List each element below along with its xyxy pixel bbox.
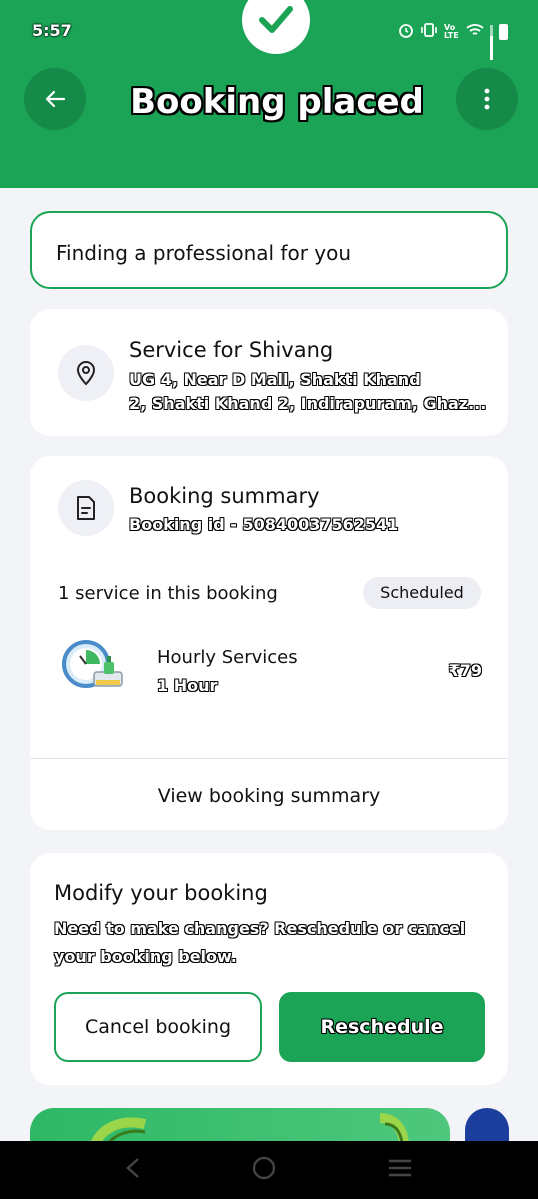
finding-professional-text: Finding a professional for you <box>56 241 352 265</box>
modify-title: Modify your booking <box>54 881 268 905</box>
more-vertical-icon <box>484 88 490 110</box>
signal-icon <box>490 25 493 60</box>
booking-id: Booking id - 50840037562541 <box>129 515 399 534</box>
battery-icon <box>499 24 508 40</box>
service-name: Hourly Services <box>157 647 298 668</box>
reschedule-button[interactable]: Reschedule <box>279 992 485 1062</box>
nav-recents-icon[interactable] <box>387 1158 413 1182</box>
status-icons: Vo LTE <box>398 22 508 60</box>
alarm-icon <box>398 22 414 42</box>
booking-summary-title: Booking summary <box>129 484 320 508</box>
status-time: 5:57 <box>32 21 72 40</box>
clock-cleaning-icon <box>60 636 132 696</box>
document-icon <box>58 480 114 536</box>
cancel-booking-button[interactable]: Cancel booking <box>54 992 262 1062</box>
nav-back-icon[interactable] <box>125 1157 141 1183</box>
modify-booking-card: Modify your booking Need to make changes… <box>30 853 508 1085</box>
service-count: 1 service in this booking <box>58 583 278 604</box>
address-line-1: UG 4, Near D Mall, Shakti Khand <box>129 370 421 389</box>
vibrate-icon <box>420 22 438 42</box>
service-for-title: Service for Shivang <box>129 338 334 362</box>
header: 5:57 Vo LTE Booking placed <box>0 0 538 188</box>
view-booking-summary-button[interactable]: View booking summary <box>30 759 508 830</box>
system-nav-bar <box>0 1141 538 1199</box>
address-card: Service for Shivang UG 4, Near D Mall, S… <box>30 309 508 436</box>
check-icon <box>259 6 293 33</box>
wifi-icon <box>466 23 484 41</box>
booking-summary-card: Booking summary Booking id - 50840037562… <box>30 456 508 830</box>
finding-professional-card: Finding a professional for you <box>30 211 508 289</box>
modify-description: Need to make changes? Reschedule or canc… <box>54 919 466 966</box>
nav-home-icon[interactable] <box>251 1155 277 1185</box>
address-line-2: 2, Shakti Khand 2, Indirapuram, Ghaz... <box>129 394 487 413</box>
service-duration: 1 Hour <box>157 676 218 695</box>
status-badge: Scheduled <box>363 577 481 609</box>
service-price: ₹79 <box>448 661 482 680</box>
volte-icon: Vo LTE <box>444 23 459 40</box>
location-pin-icon <box>58 345 114 401</box>
more-options-button[interactable] <box>456 68 518 130</box>
